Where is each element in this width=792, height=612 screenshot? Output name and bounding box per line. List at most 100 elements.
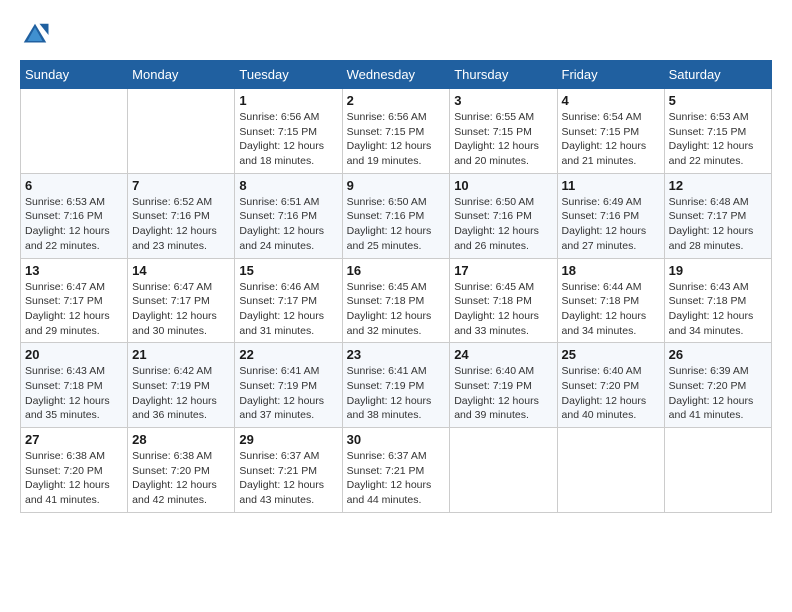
- page-header: [20, 20, 772, 50]
- weekday-header-thursday: Thursday: [450, 61, 557, 89]
- day-cell: 22Sunrise: 6:41 AM Sunset: 7:19 PM Dayli…: [235, 343, 342, 428]
- day-cell: 6Sunrise: 6:53 AM Sunset: 7:16 PM Daylig…: [21, 173, 128, 258]
- day-info: Sunrise: 6:41 AM Sunset: 7:19 PM Dayligh…: [239, 364, 337, 423]
- day-number: 1: [239, 93, 337, 108]
- day-cell: 21Sunrise: 6:42 AM Sunset: 7:19 PM Dayli…: [128, 343, 235, 428]
- day-info: Sunrise: 6:46 AM Sunset: 7:17 PM Dayligh…: [239, 280, 337, 339]
- weekday-header-saturday: Saturday: [664, 61, 771, 89]
- day-cell: [450, 428, 557, 513]
- day-cell: [21, 89, 128, 174]
- day-info: Sunrise: 6:47 AM Sunset: 7:17 PM Dayligh…: [25, 280, 123, 339]
- day-info: Sunrise: 6:48 AM Sunset: 7:17 PM Dayligh…: [669, 195, 767, 254]
- day-info: Sunrise: 6:38 AM Sunset: 7:20 PM Dayligh…: [132, 449, 230, 508]
- day-number: 23: [347, 347, 446, 362]
- day-info: Sunrise: 6:49 AM Sunset: 7:16 PM Dayligh…: [562, 195, 660, 254]
- weekday-header-wednesday: Wednesday: [342, 61, 450, 89]
- day-number: 18: [562, 263, 660, 278]
- day-info: Sunrise: 6:55 AM Sunset: 7:15 PM Dayligh…: [454, 110, 552, 169]
- day-cell: [128, 89, 235, 174]
- day-info: Sunrise: 6:39 AM Sunset: 7:20 PM Dayligh…: [669, 364, 767, 423]
- day-number: 26: [669, 347, 767, 362]
- day-cell: 30Sunrise: 6:37 AM Sunset: 7:21 PM Dayli…: [342, 428, 450, 513]
- day-cell: 1 Sunrise: 6:56 AM Sunset: 7:15 PM Daylig…: [235, 89, 342, 174]
- weekday-header-row: SundayMondayTuesdayWednesdayThursdayFrid…: [21, 61, 772, 89]
- day-number: 12: [669, 178, 767, 193]
- day-info: Sunrise: 6:50 AM Sunset: 7:16 PM Dayligh…: [347, 195, 446, 254]
- day-cell: 16Sunrise: 6:45 AM Sunset: 7:18 PM Dayli…: [342, 258, 450, 343]
- day-info: Sunrise: 6:47 AM Sunset: 7:17 PM Dayligh…: [132, 280, 230, 339]
- day-number: 15: [239, 263, 337, 278]
- day-cell: 20 Sunrise: 6:43 AM Sunset: 7:18 PM Dayli…: [21, 343, 128, 428]
- day-cell: 28 Sunrise: 6:38 AM Sunset: 7:20 PM Dayli…: [128, 428, 235, 513]
- day-cell: 17 Sunrise: 6:45 AM Sunset: 7:18 PM Dayli…: [450, 258, 557, 343]
- day-cell: 7 Sunrise: 6:52 AM Sunset: 7:16 PM Daylig…: [128, 173, 235, 258]
- day-info: Sunrise: 6:43 AM Sunset: 7:18 PM Dayligh…: [25, 364, 123, 423]
- day-cell: 11 Sunrise: 6:49 AM Sunset: 7:16 PM Dayli…: [557, 173, 664, 258]
- weekday-header-monday: Monday: [128, 61, 235, 89]
- day-number: 25: [562, 347, 660, 362]
- day-number: 2: [347, 93, 446, 108]
- day-info: Sunrise: 6:52 AM Sunset: 7:16 PM Dayligh…: [132, 195, 230, 254]
- day-cell: 24 Sunrise: 6:40 AM Sunset: 7:19 PM Dayli…: [450, 343, 557, 428]
- day-number: 7: [132, 178, 230, 193]
- day-cell: 25 Sunrise: 6:40 AM Sunset: 7:20 PM Dayli…: [557, 343, 664, 428]
- day-number: 28: [132, 432, 230, 447]
- day-cell: 23 Sunrise: 6:41 AM Sunset: 7:19 PM Dayli…: [342, 343, 450, 428]
- day-info: Sunrise: 6:54 AM Sunset: 7:15 PM Dayligh…: [562, 110, 660, 169]
- week-row-5: 27 Sunrise: 6:38 AM Sunset: 7:20 PM Dayli…: [21, 428, 772, 513]
- day-number: 5: [669, 93, 767, 108]
- day-number: 24: [454, 347, 552, 362]
- day-cell: 26 Sunrise: 6:39 AM Sunset: 7:20 PM Dayli…: [664, 343, 771, 428]
- day-cell: 9 Sunrise: 6:50 AM Sunset: 7:16 PM Daylig…: [342, 173, 450, 258]
- day-info: Sunrise: 6:41 AM Sunset: 7:19 PM Dayligh…: [347, 364, 446, 423]
- day-cell: 19 Sunrise: 6:43 AM Sunset: 7:18 PM Dayli…: [664, 258, 771, 343]
- day-info: Sunrise: 6:45 AM Sunset: 7:18 PM Dayligh…: [347, 280, 446, 339]
- day-cell: 4 Sunrise: 6:54 AM Sunset: 7:15 PM Daylig…: [557, 89, 664, 174]
- day-number: 6: [25, 178, 123, 193]
- day-number: 17: [454, 263, 552, 278]
- day-cell: 5Sunrise: 6:53 AM Sunset: 7:15 PM Daylig…: [664, 89, 771, 174]
- day-info: Sunrise: 6:45 AM Sunset: 7:18 PM Dayligh…: [454, 280, 552, 339]
- day-info: Sunrise: 6:50 AM Sunset: 7:16 PM Dayligh…: [454, 195, 552, 254]
- weekday-header-sunday: Sunday: [21, 61, 128, 89]
- day-info: Sunrise: 6:40 AM Sunset: 7:19 PM Dayligh…: [454, 364, 552, 423]
- day-cell: 27 Sunrise: 6:38 AM Sunset: 7:20 PM Dayli…: [21, 428, 128, 513]
- day-cell: 12 Sunrise: 6:48 AM Sunset: 7:17 PM Dayli…: [664, 173, 771, 258]
- day-cell: 8Sunrise: 6:51 AM Sunset: 7:16 PM Daylig…: [235, 173, 342, 258]
- day-number: 4: [562, 93, 660, 108]
- day-info: Sunrise: 6:44 AM Sunset: 7:18 PM Dayligh…: [562, 280, 660, 339]
- week-row-3: 13 Sunrise: 6:47 AM Sunset: 7:17 PM Dayli…: [21, 258, 772, 343]
- day-number: 20: [25, 347, 123, 362]
- day-cell: 15 Sunrise: 6:46 AM Sunset: 7:17 PM Dayli…: [235, 258, 342, 343]
- day-cell: [557, 428, 664, 513]
- week-row-2: 6Sunrise: 6:53 AM Sunset: 7:16 PM Daylig…: [21, 173, 772, 258]
- day-number: 10: [454, 178, 552, 193]
- day-number: 14: [132, 263, 230, 278]
- day-cell: 3 Sunrise: 6:55 AM Sunset: 7:15 PM Daylig…: [450, 89, 557, 174]
- day-info: Sunrise: 6:43 AM Sunset: 7:18 PM Dayligh…: [669, 280, 767, 339]
- week-row-4: 20 Sunrise: 6:43 AM Sunset: 7:18 PM Dayli…: [21, 343, 772, 428]
- day-info: Sunrise: 6:40 AM Sunset: 7:20 PM Dayligh…: [562, 364, 660, 423]
- day-number: 3: [454, 93, 552, 108]
- day-number: 27: [25, 432, 123, 447]
- day-cell: 10 Sunrise: 6:50 AM Sunset: 7:16 PM Dayli…: [450, 173, 557, 258]
- day-info: Sunrise: 6:37 AM Sunset: 7:21 PM Dayligh…: [239, 449, 337, 508]
- weekday-header-friday: Friday: [557, 61, 664, 89]
- day-number: 21: [132, 347, 230, 362]
- day-number: 13: [25, 263, 123, 278]
- day-number: 11: [562, 178, 660, 193]
- day-info: Sunrise: 6:38 AM Sunset: 7:20 PM Dayligh…: [25, 449, 123, 508]
- day-number: 19: [669, 263, 767, 278]
- logo: [20, 20, 54, 50]
- week-row-1: 1 Sunrise: 6:56 AM Sunset: 7:15 PM Daylig…: [21, 89, 772, 174]
- day-number: 8: [239, 178, 337, 193]
- day-cell: 18 Sunrise: 6:44 AM Sunset: 7:18 PM Dayli…: [557, 258, 664, 343]
- day-info: Sunrise: 6:56 AM Sunset: 7:15 PM Dayligh…: [347, 110, 446, 169]
- weekday-header-tuesday: Tuesday: [235, 61, 342, 89]
- day-number: 29: [239, 432, 337, 447]
- day-number: 9: [347, 178, 446, 193]
- logo-icon: [20, 20, 50, 50]
- day-cell: 14 Sunrise: 6:47 AM Sunset: 7:17 PM Dayli…: [128, 258, 235, 343]
- day-cell: [664, 428, 771, 513]
- day-info: Sunrise: 6:56 AM Sunset: 7:15 PM Dayligh…: [239, 110, 337, 169]
